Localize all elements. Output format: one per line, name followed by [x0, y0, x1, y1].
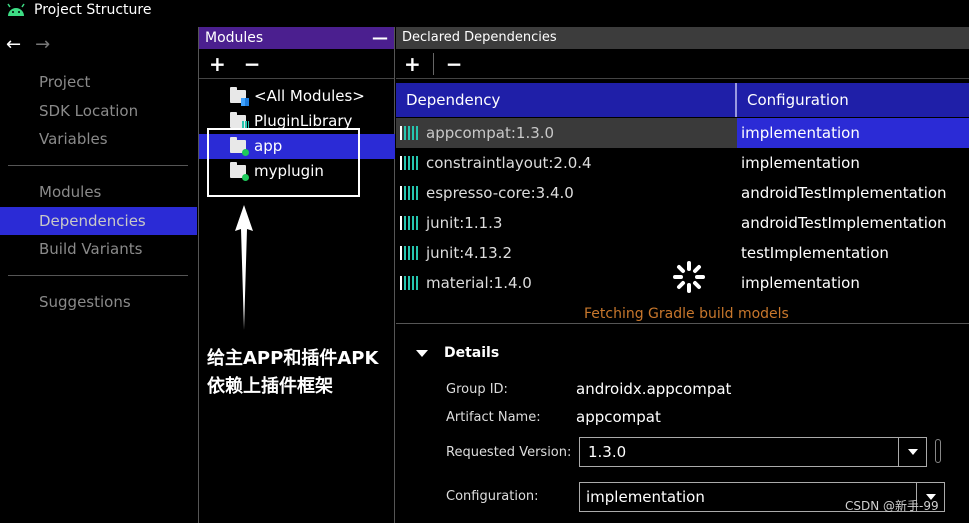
nav-item-dependencies[interactable]: Dependencies: [0, 207, 197, 235]
dependency-configuration: implementation: [741, 274, 860, 292]
back-arrow-icon[interactable]: ←: [6, 34, 21, 55]
all-modules-icon: [230, 87, 249, 106]
requested-version-combo[interactable]: 1.3.0: [579, 437, 927, 467]
scroll-handle[interactable]: [935, 439, 941, 463]
collapse-button[interactable]: —: [372, 27, 388, 49]
add-dependency-button[interactable]: +: [404, 52, 421, 76]
table-row[interactable]: junit:1.1.3 androidTestImplementation: [396, 208, 969, 238]
annotation-highlight-box: [207, 128, 360, 197]
dependencies-table-header: Dependency Configuration: [396, 83, 969, 117]
artifact-name-label: Artifact Name:: [446, 410, 541, 425]
dependency-name: junit:4.13.2: [426, 244, 512, 262]
library-icon: [400, 126, 418, 140]
dependencies-header: Declared Dependencies: [396, 27, 969, 49]
dependency-configuration: implementation: [737, 118, 969, 148]
annotation-text: 给主APP和插件APK依赖上插件框架: [207, 348, 379, 397]
android-icon: [7, 3, 25, 16]
module-item-all-modules[interactable]: <All Modules>: [199, 84, 395, 109]
annotation-arrow-icon: [235, 205, 253, 330]
requested-version-label: Requested Version:: [446, 445, 572, 460]
details-title: Details: [444, 345, 500, 361]
remove-module-button[interactable]: −: [244, 52, 261, 76]
window-title: Project Structure: [34, 2, 152, 18]
title-bar: Project Structure: [0, 0, 969, 20]
dependency-name: junit:1.1.3: [426, 214, 503, 232]
nav-item-build-variants[interactable]: Build Variants: [0, 235, 197, 263]
library-icon: [400, 156, 418, 170]
dependency-configuration: implementation: [741, 154, 860, 172]
module-label: <All Modules>: [254, 87, 365, 105]
nav-divider: [8, 165, 188, 166]
dependency-name: appcompat:1.3.0: [426, 124, 555, 142]
modules-toolbar: + −: [199, 49, 394, 79]
loading-spinner-icon: [673, 261, 705, 293]
library-icon: [400, 246, 418, 260]
forward-arrow-icon[interactable]: →: [35, 34, 50, 55]
status-text: Fetching Gradle build models: [584, 306, 789, 322]
dependencies-toolbar: + −: [396, 49, 969, 79]
library-icon: [400, 276, 418, 290]
settings-nav: ← → Project SDK Location Variables Modul…: [0, 20, 197, 523]
expand-triangle-icon: [416, 349, 428, 357]
requested-version-dropdown[interactable]: [898, 438, 926, 466]
library-icon: [400, 216, 418, 230]
table-row[interactable]: appcompat:1.3.0 implementation: [396, 118, 969, 148]
column-configuration[interactable]: Configuration: [737, 83, 849, 117]
dependency-name: material:1.4.0: [426, 274, 532, 292]
modules-panel: Modules — + − <All Modules> PluginLibrar…: [198, 27, 395, 523]
requested-version-value[interactable]: 1.3.0: [580, 438, 898, 466]
configuration-label: Configuration:: [446, 489, 539, 504]
table-row[interactable]: constraintlayout:2.0.4 implementation: [396, 148, 969, 178]
table-row[interactable]: espresso-core:3.4.0 androidTestImplement…: [396, 178, 969, 208]
artifact-name-value: appcompat: [576, 408, 661, 426]
dependency-name: espresso-core:3.4.0: [426, 184, 574, 202]
dependency-configuration: testImplementation: [741, 244, 889, 262]
dependency-name: constraintlayout:2.0.4: [426, 154, 592, 172]
nav-item-project[interactable]: Project: [0, 68, 197, 96]
library-icon: [400, 186, 418, 200]
chevron-down-icon: [907, 449, 918, 455]
details-section-toggle[interactable]: Details: [416, 345, 499, 361]
remove-dependency-button[interactable]: −: [446, 52, 463, 76]
nav-item-sdk-location[interactable]: SDK Location: [0, 97, 197, 125]
nav-item-suggestions[interactable]: Suggestions: [0, 288, 197, 316]
details-divider: [396, 323, 969, 324]
nav-divider: [8, 275, 188, 276]
library-module-icon: [230, 112, 249, 130]
dependency-configuration: androidTestImplementation: [741, 214, 947, 232]
watermark: CSDN @新手-99: [845, 499, 939, 513]
modules-title: Modules: [205, 30, 264, 46]
dependency-configuration: androidTestImplementation: [741, 184, 947, 202]
group-id-label: Group ID:: [446, 382, 508, 397]
group-id-value: androidx.appcompat: [576, 380, 732, 398]
nav-item-modules[interactable]: Modules: [0, 178, 197, 206]
column-dependency[interactable]: Dependency: [396, 83, 737, 117]
add-module-button[interactable]: +: [209, 52, 226, 76]
modules-header: Modules —: [199, 27, 394, 49]
nav-item-variables[interactable]: Variables: [0, 125, 197, 153]
declared-dependencies-panel: Declared Dependencies + − Dependency Con…: [396, 27, 969, 523]
